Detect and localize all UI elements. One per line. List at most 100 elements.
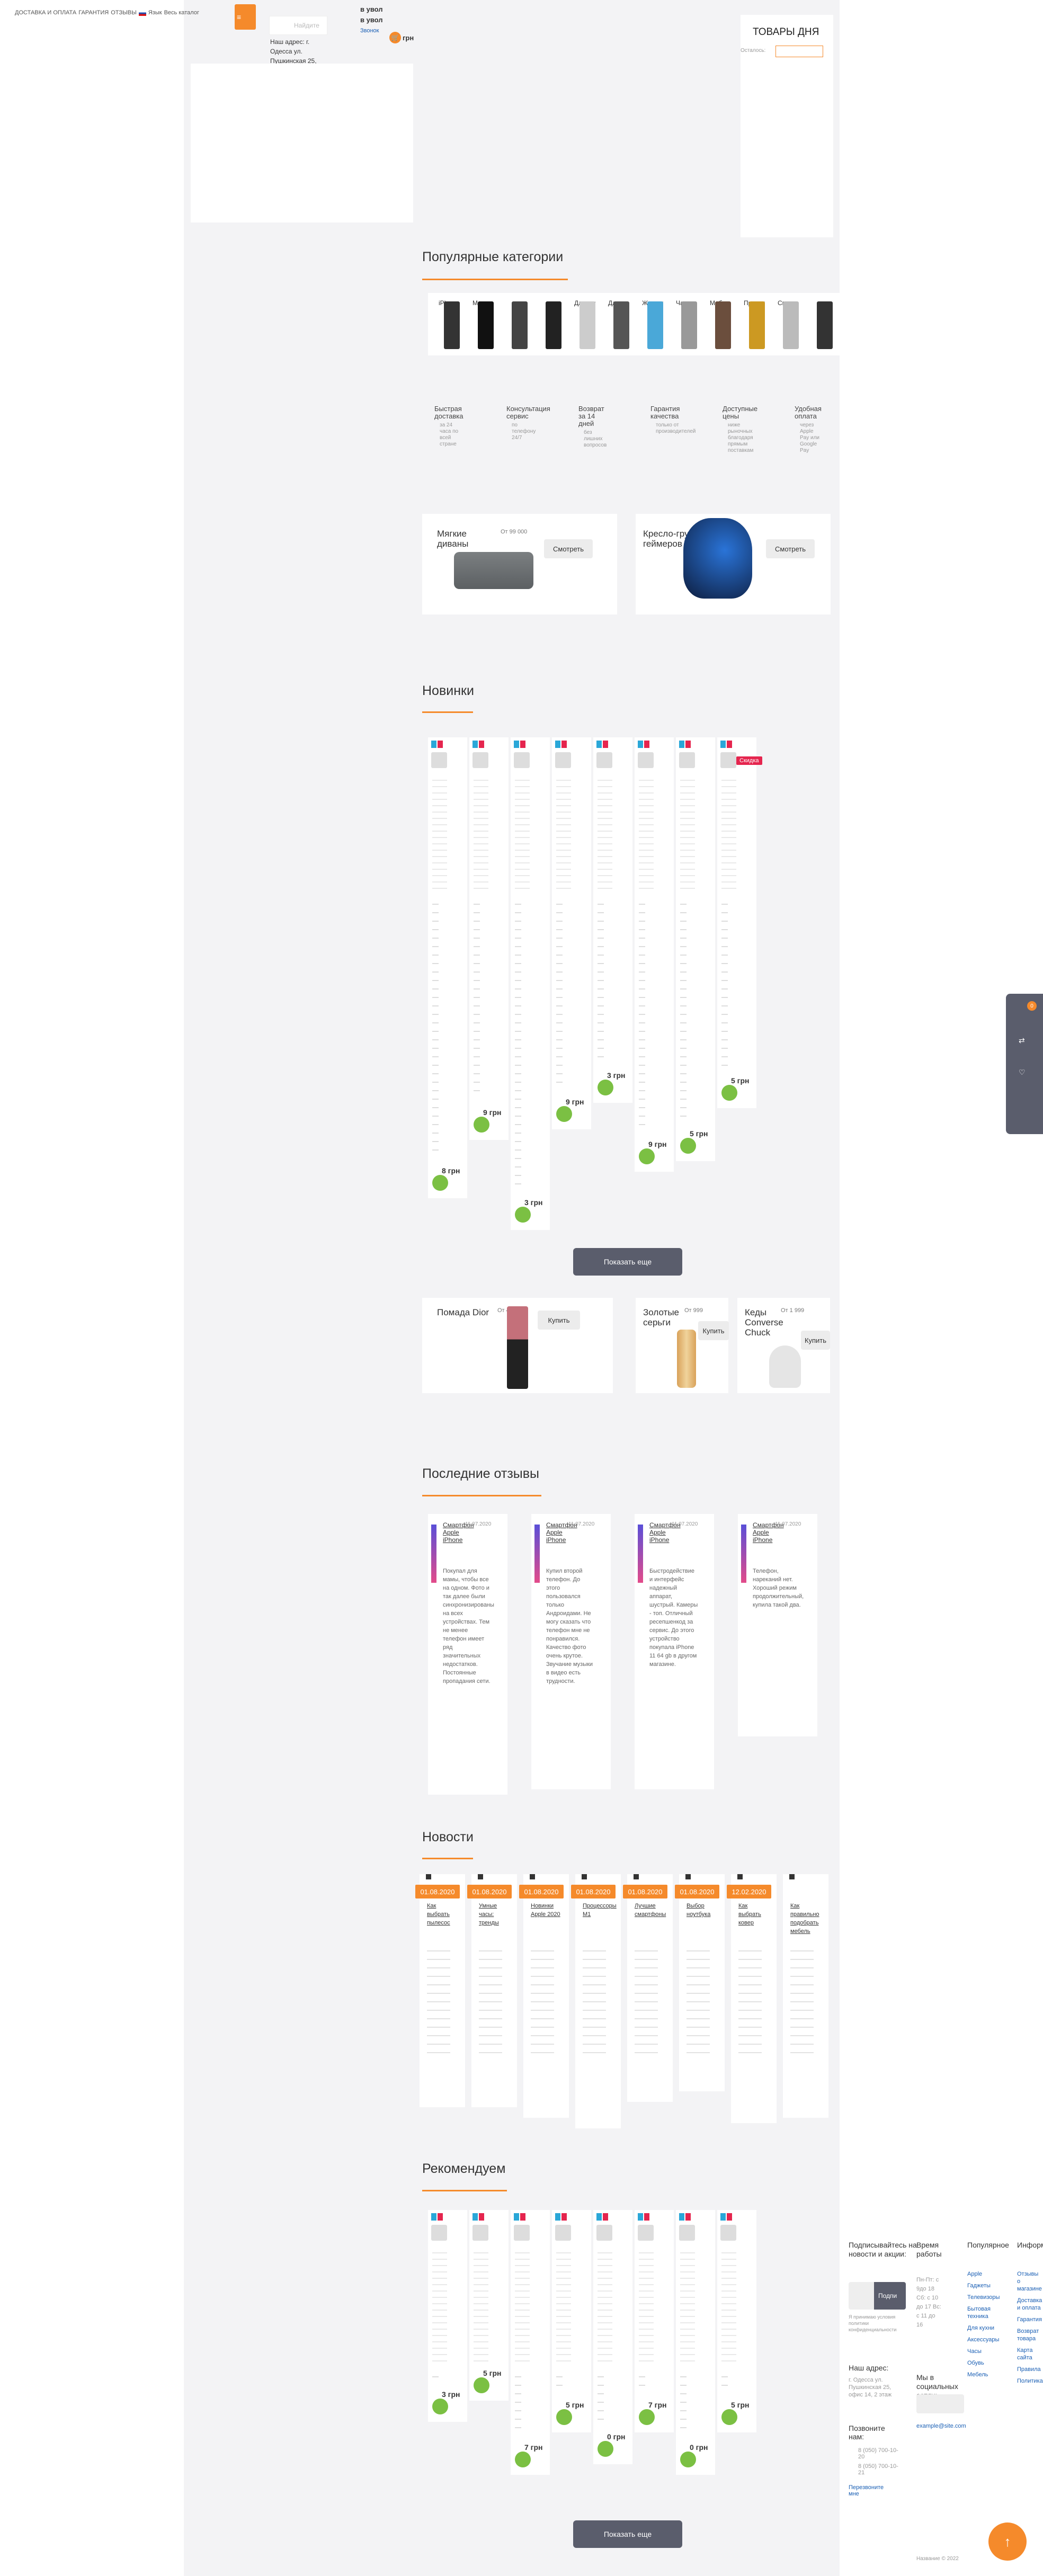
nav-warranty[interactable]: ГАРАНТИЯ <box>78 10 109 16</box>
footer-popular-link[interactable]: Мебель <box>967 2371 999 2378</box>
product-card[interactable]: 0 грн <box>593 2210 632 2464</box>
mini-promo-lipstick-button[interactable]: Купить <box>538 1311 580 1330</box>
promo-sofa[interactable]: Мягкие диваны От 99 000 Смотреть <box>422 514 617 614</box>
footer-info-link[interactable]: Возврат товара <box>1017 2328 1041 2342</box>
review-product-image[interactable] <box>638 1525 643 1583</box>
language-flag-icon[interactable] <box>138 11 146 16</box>
product-image[interactable] <box>596 752 612 768</box>
product-image[interactable] <box>431 752 447 768</box>
product-card[interactable]: 9 грн <box>635 737 674 1172</box>
news-title[interactable]: Умные часы: тренды <box>479 1902 511 1927</box>
news-image[interactable] <box>685 1874 691 1879</box>
category-item[interactable] <box>812 299 836 349</box>
product-name[interactable] <box>680 896 687 1119</box>
news-title[interactable]: Как правильно подобрать мебель <box>790 1902 822 1936</box>
product-name[interactable] <box>474 896 480 1098</box>
footer-popular-link[interactable]: Бытовая техника <box>967 2305 999 2320</box>
product-image[interactable] <box>638 752 654 768</box>
product-image[interactable] <box>555 752 571 768</box>
nav-language[interactable]: Язык <box>148 10 162 16</box>
product-name[interactable] <box>721 896 728 1066</box>
product-image[interactable] <box>679 752 695 768</box>
subscribe-button[interactable]: Подпи <box>874 2282 906 2310</box>
footer-phone-1[interactable]: 8 (050) 700-10-20 <box>858 2447 901 2460</box>
product-name[interactable] <box>721 2369 728 2390</box>
category-item[interactable] <box>506 299 531 349</box>
product-name[interactable] <box>598 2369 604 2422</box>
product-image[interactable] <box>473 2225 488 2241</box>
news-image[interactable] <box>478 1874 483 1879</box>
mini-promo-sneakers-button[interactable]: Купить <box>801 1331 830 1350</box>
category-item[interactable]: Свет <box>778 299 802 349</box>
product-name[interactable] <box>556 2369 563 2390</box>
call-link[interactable]: Звонок <box>360 28 379 34</box>
subscribe-input[interactable] <box>849 2282 875 2310</box>
news-card[interactable]: 01.08.2020 Умные часы: тренды <box>467 1874 517 2107</box>
news-card[interactable]: 12.02.2020 Как выбрать ковер <box>727 1874 777 2123</box>
category-item[interactable]: Mac <box>473 299 497 349</box>
mini-promo-lipstick[interactable]: Помада Dior От 4 590 Купить <box>422 1298 613 1393</box>
news-image[interactable] <box>634 1874 639 1879</box>
add-to-cart-button[interactable] <box>556 1106 572 1122</box>
add-to-cart-button[interactable] <box>721 2409 737 2425</box>
news-title[interactable]: Выбор ноутбука <box>687 1902 718 1919</box>
news-title[interactable]: Как выбрать ковер <box>738 1902 770 1927</box>
product-name[interactable] <box>515 2369 521 2432</box>
mini-promo-sneakers[interactable]: Кеды Converse Chuck От 1 999 Купить <box>737 1298 830 1393</box>
product-image[interactable] <box>514 752 530 768</box>
footer-email[interactable]: example@site.com <box>916 2423 966 2429</box>
footer-info-link[interactable]: Карта сайта <box>1017 2347 1041 2361</box>
footer-popular-link[interactable]: Гаджеты <box>967 2282 999 2289</box>
add-to-cart-button[interactable] <box>474 1117 489 1133</box>
product-name[interactable] <box>680 2369 687 2432</box>
add-to-cart-button[interactable] <box>432 2399 448 2414</box>
novelties-more-button[interactable]: Показать еще <box>573 1248 682 1276</box>
favorites-icon[interactable]: ♡ <box>1019 1068 1026 1077</box>
product-card[interactable]: 8 грн <box>428 737 467 1198</box>
review-product-image[interactable] <box>534 1525 540 1583</box>
product-image[interactable] <box>596 2225 612 2241</box>
category-item[interactable]: Женское <box>642 299 666 349</box>
product-card[interactable]: 5 грн Скидка <box>717 737 762 1108</box>
promo-sofa-button[interactable]: Смотреть <box>544 539 593 558</box>
product-name[interactable] <box>598 896 604 1060</box>
footer-info-link[interactable]: Политика <box>1017 2377 1043 2385</box>
product-image[interactable] <box>679 2225 695 2241</box>
nav-catalog[interactable]: Весь каталог <box>164 10 199 16</box>
product-name[interactable] <box>556 896 563 1087</box>
product-name[interactable] <box>639 2369 645 2390</box>
add-to-cart-button[interactable] <box>515 2452 531 2467</box>
category-item[interactable]: Мебель <box>710 299 734 349</box>
product-name[interactable] <box>432 896 439 1156</box>
category-item[interactable]: Часы <box>676 299 700 349</box>
footer-popular-link[interactable]: Для кухни <box>967 2324 999 2332</box>
product-card[interactable]: 5 грн <box>552 2210 591 2432</box>
add-to-cart-button[interactable] <box>432 1175 448 1191</box>
mini-promo-earrings[interactable]: Золотые серьги От 999 Купить <box>636 1298 729 1393</box>
add-to-cart-button[interactable] <box>639 1148 655 1164</box>
product-name[interactable] <box>432 2369 439 2379</box>
review-product-image[interactable] <box>431 1525 436 1583</box>
compare-icon[interactable]: ⇄ <box>1019 1036 1025 1045</box>
promo-beanbag[interactable]: Кресло-груша для геймеров Смотреть <box>636 514 831 614</box>
product-image[interactable] <box>473 752 488 768</box>
product-image[interactable] <box>720 2225 736 2241</box>
product-card[interactable]: 0 грн <box>676 2210 715 2475</box>
news-title[interactable]: Процессоры M1 <box>583 1902 617 1919</box>
add-to-cart-button[interactable] <box>556 2409 572 2425</box>
recommend-more-button[interactable]: Показать еще <box>573 2520 682 2548</box>
hero-banner[interactable] <box>191 64 413 222</box>
product-name[interactable] <box>639 896 645 1129</box>
news-card[interactable]: 01.08.2020 Процессоры M1 <box>571 1874 621 2128</box>
product-card[interactable]: 7 грн <box>635 2210 674 2432</box>
search-field[interactable]: Найдите <box>269 16 327 35</box>
product-image[interactable] <box>555 2225 571 2241</box>
footer-phone-2[interactable]: 8 (050) 700-10-21 <box>858 2463 901 2476</box>
footer-popular-link[interactable]: Аксессуары <box>967 2336 999 2343</box>
social-icons[interactable] <box>916 2394 964 2413</box>
news-card[interactable]: 01.08.2020 Как выбрать пылесос <box>415 1874 465 2107</box>
footer-info-link[interactable]: Отзывы о магазине <box>1017 2270 1042 2293</box>
news-image[interactable] <box>789 1874 795 1879</box>
news-title[interactable]: Как выбрать пылесос <box>427 1902 459 1927</box>
news-image[interactable] <box>426 1874 431 1879</box>
